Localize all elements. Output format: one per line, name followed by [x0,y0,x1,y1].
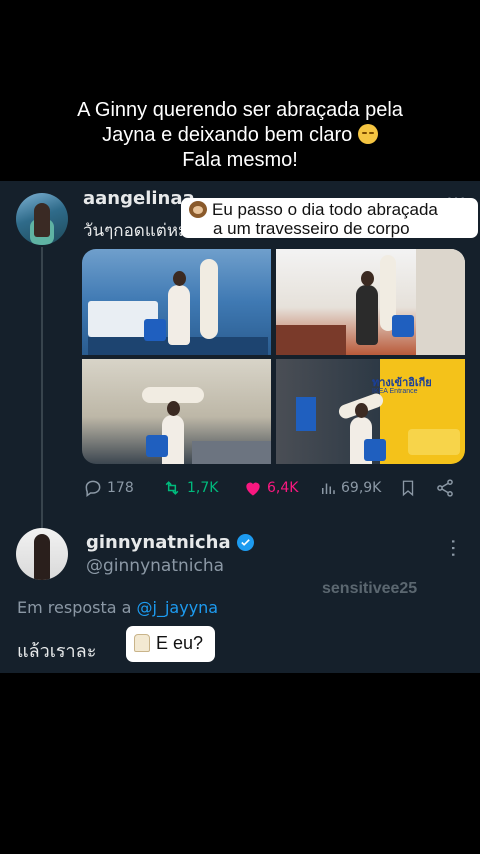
llama-emoji-icon [134,634,150,652]
share-button[interactable] [435,478,455,498]
ikea-entrance-sign-sub: IKEA Entrance [372,388,418,395]
tweet2-handle[interactable]: @ginnynatnicha [86,556,224,576]
views-count: 69,9K [341,480,382,496]
retweet-button[interactable]: 1,7K [161,478,218,498]
avatar-aangelinaa[interactable] [16,193,68,245]
translation-sticker-2: E eu? [126,626,215,662]
tweet1-media-grid: ทางเข้าอิเกีย IKEA Entrance [82,249,465,464]
sticker1-line-2: a um travesseiro de corpo [213,219,410,238]
relieved-face-icon [357,124,378,144]
reply-context: Em resposta a @j_jayyna [17,598,218,617]
watermark-text: sensitivee25 [322,580,418,597]
tweet2-username[interactable]: ginnynatnicha [86,532,231,553]
like-button[interactable]: 6,4K [243,478,298,498]
sticker1-line-1: Eu passo o dia todo abraçada [212,200,438,219]
reply-prefix: Em resposta a [17,598,132,617]
photo-3[interactable] [82,359,271,464]
photo-1[interactable] [82,249,271,355]
caption-line-1: A Ginny querendo ser abraçada pela [77,99,403,121]
views-button[interactable]: 69,9K [319,478,381,498]
like-count: 6,4K [267,480,299,496]
translation-sticker-1: Eu passo o dia todo abraçada a um traves… [181,198,478,238]
caption-line-2: Jayna e deixando bem claro [0,123,480,148]
thread-connector-line [41,247,43,530]
avatar-ginnynatnicha[interactable] [16,528,68,580]
tweet1-username[interactable]: aangelinaa [83,188,195,209]
views-icon [322,483,335,494]
reply-mention-link[interactable]: @j_jayyna [137,598,219,617]
bookmark-button[interactable] [399,478,417,498]
bookmark-icon [402,480,414,497]
reply-count: 178 [107,480,134,496]
tweet2-text: แล้วเราละ [17,641,97,662]
reply-button[interactable]: 178 [83,478,134,498]
reply-icon [85,480,101,497]
tweet2-more-icon[interactable]: ⋯ [442,538,466,558]
sticker2-text: E eu? [156,633,204,653]
retweet-icon [165,481,179,495]
verified-badge-icon [236,534,254,551]
tweet2-username-row: ginnynatnicha [86,532,254,553]
photo-4[interactable]: ทางเข้าอิเกีย IKEA Entrance [276,359,465,464]
video-caption: A Ginny querendo ser abraçada pela Jayna… [0,98,480,173]
heart-icon [246,482,260,496]
caption-line-3: Fala mesmo! [182,149,298,171]
share-icon [437,479,453,497]
tweet1-action-bar: 178 1,7K 6,4K 69,9K [83,478,463,502]
photo-2[interactable] [276,249,465,355]
retweet-count: 1,7K [187,480,219,496]
monkey-emoji-icon [189,201,207,218]
